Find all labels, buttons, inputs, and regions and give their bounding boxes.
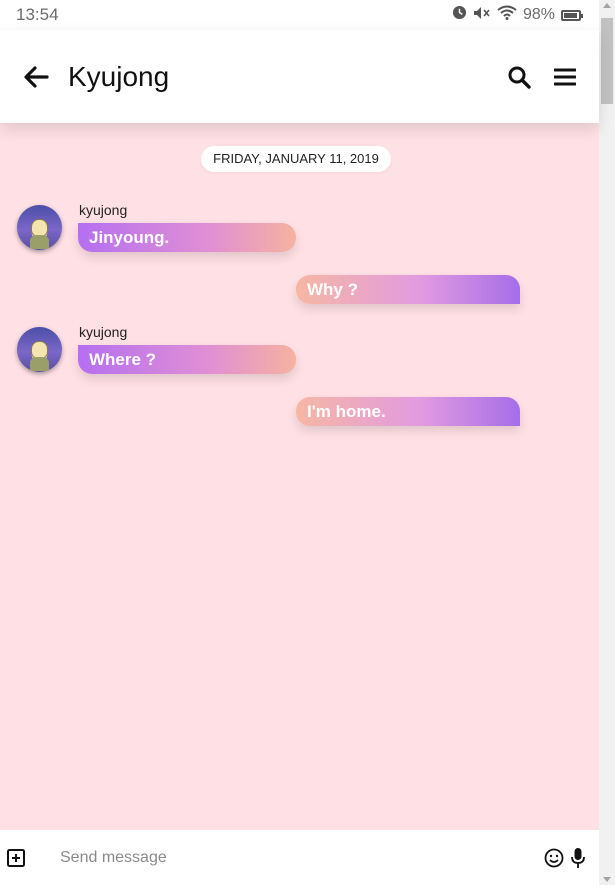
scroll-down-arrow-icon[interactable] xyxy=(603,877,611,882)
sender-name: kyujong xyxy=(79,202,128,218)
menu-icon xyxy=(554,68,576,85)
chat-area[interactable]: FRIDAY, JANUARY 11, 2019 kyujong Jinyoun… xyxy=(0,123,599,830)
scrollbar[interactable] xyxy=(599,0,615,885)
menu-button[interactable] xyxy=(545,57,585,97)
mute-icon xyxy=(473,6,491,25)
avatar[interactable] xyxy=(17,205,62,250)
date-separator: FRIDAY, JANUARY 11, 2019 xyxy=(201,146,391,172)
battery-percent: 98% xyxy=(522,6,555,23)
search-icon xyxy=(508,66,531,89)
chat-title: Kyujong xyxy=(68,60,170,92)
search-button[interactable] xyxy=(499,57,539,97)
wifi-icon xyxy=(497,5,517,25)
message-composer xyxy=(0,830,599,885)
message-bubble-outgoing[interactable]: Why ? xyxy=(296,275,520,304)
message-bubble-incoming[interactable]: Jinyoung. xyxy=(78,223,296,252)
mic-icon xyxy=(571,847,585,868)
back-button[interactable] xyxy=(8,57,64,97)
battery-icon xyxy=(561,9,583,21)
avatar[interactable] xyxy=(17,327,62,372)
add-box-icon xyxy=(7,848,25,867)
app-header: Kyujong xyxy=(0,30,599,123)
message-bubble-incoming[interactable]: Where ? xyxy=(78,345,296,374)
alarm-icon xyxy=(452,5,467,25)
emoji-icon xyxy=(544,848,564,867)
status-bar: 13:54 98% xyxy=(0,0,599,30)
scroll-thumb[interactable] xyxy=(601,18,613,104)
message-input[interactable] xyxy=(60,848,543,867)
voice-button[interactable] xyxy=(567,844,589,872)
status-time: 13:54 xyxy=(16,5,59,24)
back-arrow-icon xyxy=(24,65,49,88)
emoji-button[interactable] xyxy=(543,844,565,872)
add-attachment-button[interactable] xyxy=(2,844,30,872)
scroll-up-arrow-icon[interactable] xyxy=(603,3,611,8)
message-bubble-outgoing[interactable]: I'm home. xyxy=(296,397,520,426)
status-icons: 98% xyxy=(452,5,583,25)
sender-name: kyujong xyxy=(79,324,128,340)
